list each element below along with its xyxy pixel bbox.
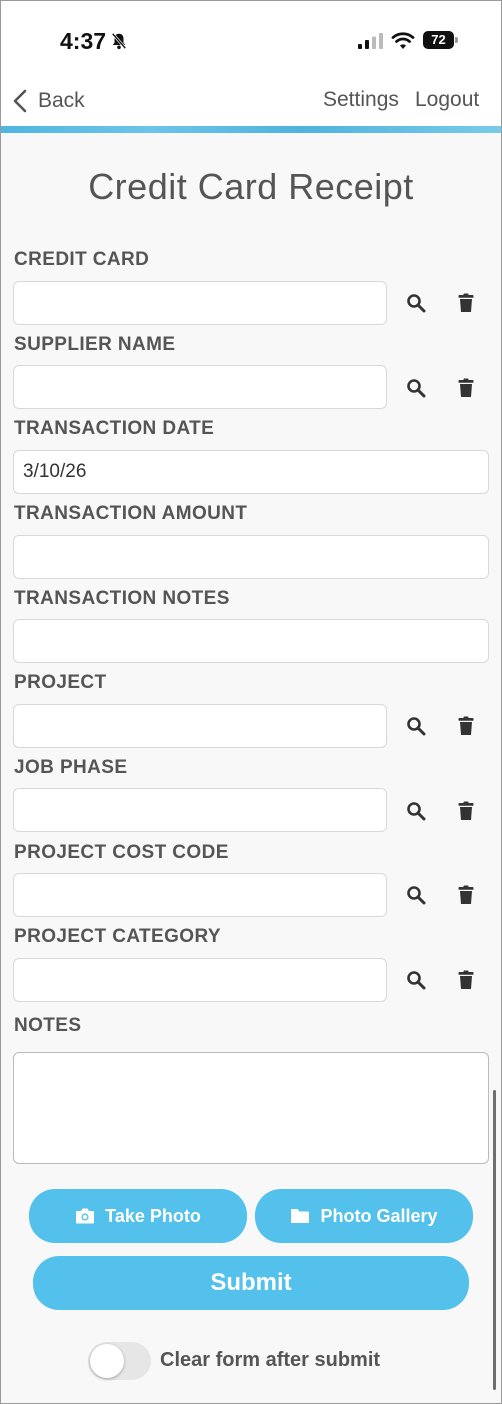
credit-card-clear-button[interactable] <box>454 291 478 315</box>
trash-icon <box>458 716 474 735</box>
project-label: PROJECT <box>14 672 107 693</box>
trash-icon <box>458 970 474 989</box>
supplier-name-label: SUPPLIER NAME <box>14 334 176 355</box>
chevron-left-icon <box>13 89 27 113</box>
search-icon <box>407 379 426 398</box>
notes-label: NOTES <box>14 1015 82 1036</box>
job-phase-search-button[interactable] <box>404 799 428 823</box>
notes-textarea[interactable] <box>13 1052 489 1164</box>
photo-gallery-label: Photo Gallery <box>320 1205 438 1226</box>
transaction-date-input[interactable]: 3/10/26 <box>13 450 489 494</box>
project-cost-code-clear-button[interactable] <box>454 883 478 907</box>
project-category-search-button[interactable] <box>404 968 428 992</box>
supplier-name-clear-button[interactable] <box>454 376 478 400</box>
project-clear-button[interactable] <box>454 714 478 738</box>
trash-icon <box>458 293 474 312</box>
credit-card-search-button[interactable] <box>404 291 428 315</box>
search-icon <box>407 971 426 990</box>
back-label: Back <box>38 89 85 112</box>
settings-link[interactable]: Settings <box>323 88 399 112</box>
transaction-notes-label: TRANSACTION NOTES <box>14 588 230 609</box>
photo-gallery-button[interactable]: Photo Gallery <box>255 1189 473 1243</box>
cellular-signal-icon <box>358 33 383 49</box>
take-photo-label: Take Photo <box>105 1205 201 1226</box>
wifi-icon <box>391 32 415 49</box>
transaction-amount-label: TRANSACTION AMOUNT <box>14 503 248 524</box>
search-icon <box>407 717 426 736</box>
trash-icon <box>458 885 474 904</box>
supplier-name-input[interactable] <box>13 365 387 409</box>
battery-level: 72 <box>423 31 454 49</box>
status-time: 4:37 <box>60 28 107 54</box>
search-icon <box>407 802 426 821</box>
nav-bar: Back Settings Logout <box>0 80 502 126</box>
project-category-clear-button[interactable] <box>454 968 478 992</box>
project-search-button[interactable] <box>404 714 428 738</box>
project-cost-code-search-button[interactable] <box>404 883 428 907</box>
project-input[interactable] <box>13 704 387 748</box>
bell-muted-icon <box>111 32 127 50</box>
transaction-amount-input[interactable] <box>13 535 489 579</box>
submit-button[interactable]: Submit <box>33 1256 469 1310</box>
supplier-name-search-button[interactable] <box>404 376 428 400</box>
header-banner <box>0 126 502 133</box>
logout-link[interactable]: Logout <box>415 88 479 112</box>
credit-card-label: CREDIT CARD <box>14 249 150 270</box>
clear-form-toggle[interactable] <box>88 1342 151 1380</box>
trash-icon <box>458 378 474 397</box>
job-phase-input[interactable] <box>13 788 387 832</box>
credit-card-input[interactable] <box>13 281 387 325</box>
take-photo-button[interactable]: Take Photo <box>29 1189 247 1243</box>
project-cost-code-input[interactable] <box>13 873 387 917</box>
camera-icon <box>76 1208 95 1224</box>
page-title: Credit Card Receipt <box>88 166 414 207</box>
transaction-date-label: TRANSACTION DATE <box>14 418 215 439</box>
folder-icon <box>291 1209 310 1223</box>
search-icon <box>407 294 426 313</box>
scrollbar[interactable] <box>493 1090 496 1390</box>
toggle-knob <box>90 1344 124 1378</box>
clear-form-label: Clear form after submit <box>160 1349 381 1371</box>
job-phase-clear-button[interactable] <box>454 799 478 823</box>
search-icon <box>407 886 426 905</box>
status-bar: 4:37 72 <box>0 0 502 80</box>
transaction-notes-input[interactable] <box>13 619 489 663</box>
project-category-input[interactable] <box>13 958 387 1002</box>
trash-icon <box>458 801 474 820</box>
job-phase-label: JOB PHASE <box>14 757 128 778</box>
project-category-label: PROJECT CATEGORY <box>14 926 221 947</box>
back-button[interactable]: Back <box>12 86 85 116</box>
battery-icon: 72 <box>423 31 458 49</box>
project-cost-code-label: PROJECT COST CODE <box>14 842 229 863</box>
